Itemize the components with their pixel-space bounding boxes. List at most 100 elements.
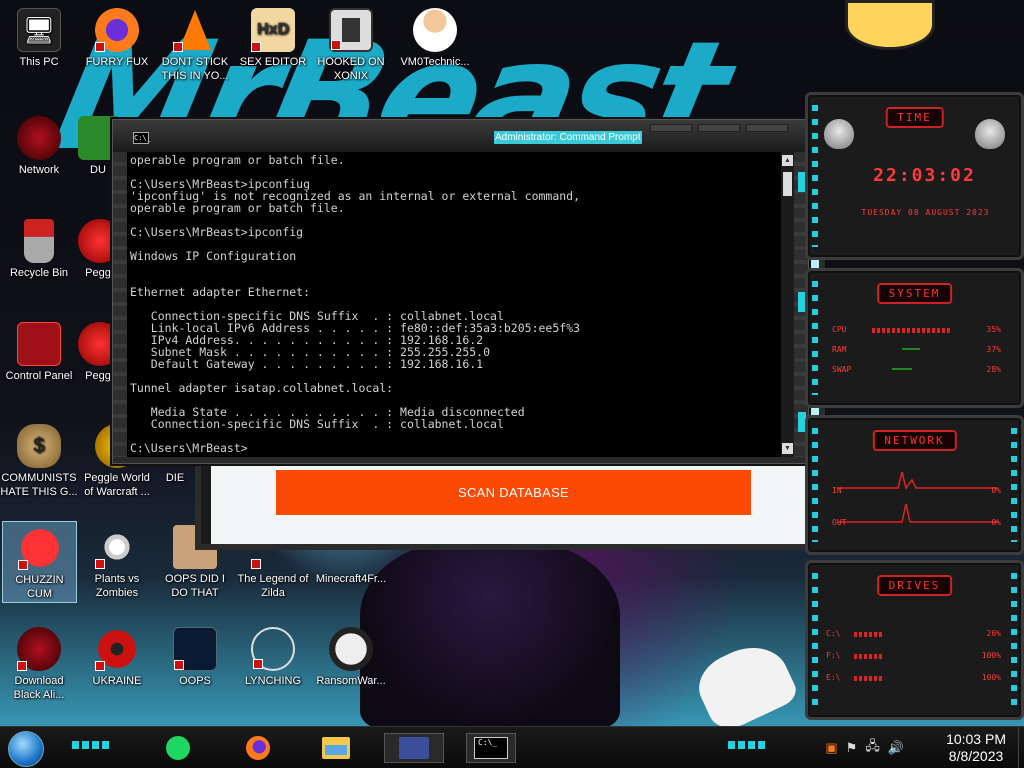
scroll-down-icon[interactable]: ▼ — [782, 443, 793, 454]
cmd-output-line: Default Gateway . . . . . . . . . : 192.… — [130, 357, 484, 371]
shortcut-arrow-icon — [17, 661, 27, 671]
cmd-output-line: C:\Users\MrBeast>ipconfig — [130, 225, 304, 239]
system-row-value: 37% — [986, 345, 1001, 354]
wallpaper-shoe — [689, 634, 801, 736]
desktop-icon-ukraine[interactable]: UKRAINE — [78, 623, 156, 688]
drive-c-bar — [854, 632, 884, 637]
xonix-game-icon — [329, 8, 373, 52]
cpu-bar — [872, 328, 952, 333]
desktop-icon-plants-vs-zombies[interactable]: Plants vs Zombies — [78, 521, 156, 600]
gadget-lights — [812, 281, 818, 395]
desktop-icon-chuzzin-cum[interactable]: CHUZZIN CUM — [2, 521, 77, 603]
desktop-icon-download-black[interactable]: Download Black Ali... — [0, 623, 78, 702]
desktop-icon-lynching[interactable]: LYNCHING — [234, 623, 312, 688]
clock-date: 8/8/2023 — [948, 748, 1004, 764]
system-row-value: 28% — [986, 365, 1001, 374]
desktop-icon-label: HOOKED ON XONIX — [317, 56, 385, 82]
scroll-thumb[interactable] — [783, 172, 792, 196]
cmd-caption-buttons — [650, 124, 788, 132]
system-row-ram: RAM 37% — [832, 345, 1001, 357]
desktop-icon-label: RansomWar... — [316, 675, 386, 687]
drive-e-bar — [854, 676, 884, 681]
cmd-titlebar[interactable]: C:\_ Administrator: Command Prompt — [113, 120, 808, 152]
desktop-icon-communists[interactable]: $ COMMUNISTS HATE THIS G... — [0, 420, 78, 499]
cmd-scrollbar[interactable]: ▲ ▼ — [781, 152, 794, 457]
shortcut-arrow-icon — [17, 560, 28, 570]
command-prompt-window[interactable]: C:\_ Administrator: Command Prompt opera… — [112, 119, 809, 464]
cmd-output-line: Tunnel adapter isatap.collabnet.local: — [130, 381, 394, 395]
desktop-icon-sex-editor[interactable]: HxD SEX EDITOR — [234, 4, 312, 69]
drive-row-value: 100% — [981, 673, 1001, 682]
shortcut-arrow-icon — [95, 42, 105, 52]
network-icon[interactable]: 🖧 — [865, 737, 880, 759]
control-panel-icon — [17, 322, 61, 366]
system-gadget-title: SYSTEM — [876, 283, 953, 304]
cmd-console-output[interactable]: operable program or batch file. C:\Users… — [127, 152, 781, 457]
wallpaper-cartoon-face — [845, 0, 935, 50]
close-button[interactable] — [746, 124, 788, 132]
taskbar-app-gadget[interactable] — [384, 733, 444, 763]
desktop-icon-control-panel[interactable]: Control Panel — [0, 318, 78, 383]
desktop-icon-label: DIE — [165, 472, 185, 484]
taskbar-app-file-explorer[interactable] — [318, 733, 354, 763]
desktop-icon-label: DONT STICK THIS IN YO... — [161, 56, 229, 82]
cmd-icon: C:\_ — [474, 737, 508, 759]
office-icon[interactable]: ▣ — [825, 740, 837, 756]
taskbar-app-firefox[interactable] — [240, 733, 276, 763]
network-row-value: 0% — [991, 518, 1001, 527]
desktop-icon-vm0technic[interactable]: VM0Technic... — [396, 4, 474, 69]
system-row-swap: SWAP 28% — [832, 365, 1001, 377]
network-row-in: IN 0% — [832, 486, 1001, 498]
desktop-icon-dont-stick[interactable]: DONT STICK THIS IN YO... — [156, 4, 234, 83]
drive-f-bar — [854, 654, 884, 659]
alien-head-icon — [975, 119, 1005, 149]
gadget-lights — [812, 105, 818, 247]
system-row-label: RAM — [832, 345, 847, 354]
desktop-icon-oops[interactable]: OOPS — [156, 623, 234, 688]
scroll-up-icon[interactable]: ▲ — [782, 155, 793, 166]
taskbar-app-spotify[interactable] — [160, 733, 196, 763]
cmd-app-icon: C:\_ — [133, 132, 151, 144]
desktop-icon-label: Plants vs Zombies — [94, 573, 140, 599]
gadget-lights — [812, 573, 818, 707]
skull-icon — [329, 627, 373, 671]
chuzzle-icon — [17, 526, 62, 570]
desktop-icon-hooked-on-xonix[interactable]: HOOKED ON XONIX — [312, 4, 390, 83]
network-row-label: IN — [832, 486, 842, 495]
desktop-icon-label: Download Black Ali... — [13, 675, 65, 701]
desktop-icon-network[interactable]: Network — [0, 112, 78, 177]
system-gadget: SYSTEM CPU 35% RAM 37% SWAP 28% — [805, 268, 1024, 408]
start-button[interactable] — [8, 731, 44, 767]
cmd-console-text: operable program or batch file. C:\Users… — [130, 154, 580, 454]
scan-database-button[interactable]: SCAN DATABASE — [276, 470, 751, 515]
volume-icon[interactable]: 🔊 — [888, 740, 904, 756]
desktop-icon-ransomware[interactable]: RansomWar... — [312, 623, 390, 688]
flag-icon[interactable]: ⚑ — [846, 740, 858, 756]
desktop-icon-label: CHUZZIN CUM — [15, 574, 64, 600]
network-icon — [17, 116, 61, 160]
minimize-button[interactable] — [650, 124, 692, 132]
taskbar-clock[interactable]: 10:03 PM 8/8/2023 — [946, 731, 1006, 765]
cmd-output-line: Windows IP Configuration — [130, 249, 297, 263]
desktop-icon-this-pc[interactable]: 🖥 This PC — [0, 4, 78, 69]
money-bag-icon: $ — [17, 424, 61, 468]
gadget-date: TUESDAY 08 AUGUST 2023 — [861, 208, 990, 217]
desktop-icon-label: This PC — [19, 56, 59, 68]
cmd-frame-left — [113, 152, 127, 457]
drive-row-f: F:\ 100% — [826, 651, 1001, 663]
taskbar-app-command-prompt[interactable]: C:\_ — [466, 733, 516, 763]
cmd-window-title: Administrator: Command Prompt — [494, 131, 642, 144]
maximize-button[interactable] — [698, 124, 740, 132]
drive-row-label: E:\ — [826, 673, 841, 682]
cmd-output-line: operable program or batch file. — [130, 201, 345, 215]
recycle-bin-icon — [24, 219, 54, 263]
ram-bar — [902, 348, 920, 350]
flower-icon — [95, 525, 139, 569]
firefox-icon — [246, 736, 270, 760]
spotify-icon — [166, 736, 190, 760]
desktop-icon-recycle-bin[interactable]: Recycle Bin — [0, 215, 78, 280]
show-desktop-button[interactable] — [1018, 727, 1024, 768]
doctor-icon — [413, 8, 457, 52]
desktop-icon-furry-fux[interactable]: FURRY FUX — [78, 4, 156, 69]
system-row-label: SWAP — [832, 365, 852, 374]
